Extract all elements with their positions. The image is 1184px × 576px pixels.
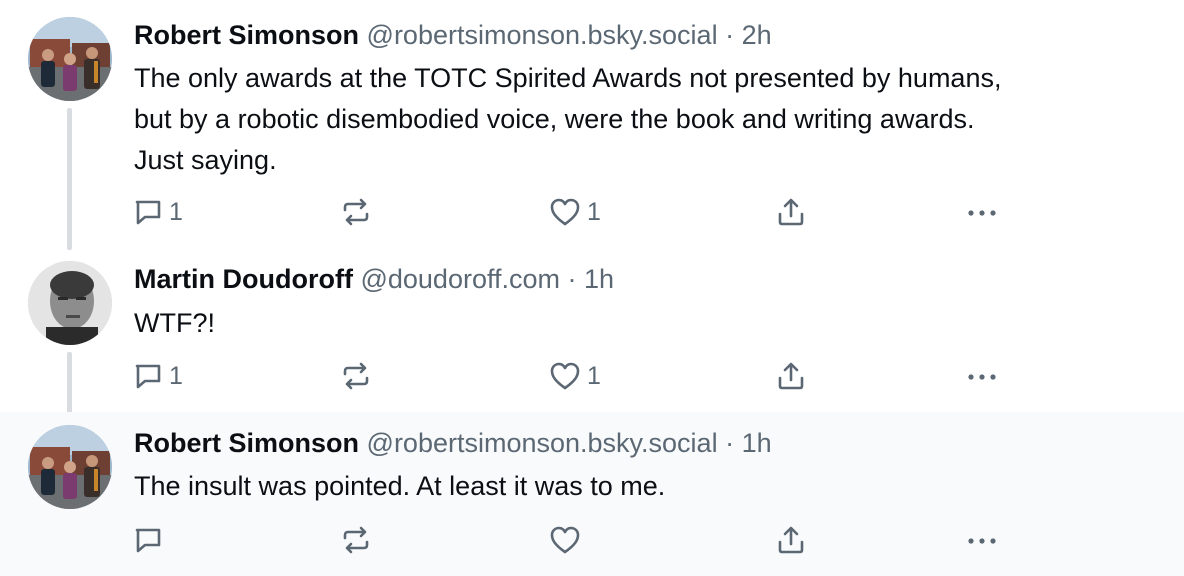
post[interactable]: Martin Doudoroff @doudoroff.com · 1h WTF… bbox=[0, 248, 1184, 412]
post-header: Robert Simonson @robertsimonson.bsky.soc… bbox=[134, 17, 772, 53]
more-icon bbox=[965, 525, 999, 555]
more-icon bbox=[965, 197, 999, 227]
separator: · bbox=[725, 428, 735, 458]
post-text: The only awards at the TOTC Spirited Awa… bbox=[134, 58, 1001, 181]
author-name[interactable]: Robert Simonson bbox=[134, 428, 359, 458]
reply-count: 1 bbox=[169, 198, 183, 226]
like-count: 1 bbox=[587, 198, 601, 226]
share-icon bbox=[776, 361, 806, 391]
avatar[interactable] bbox=[28, 17, 112, 101]
repost-icon bbox=[341, 197, 371, 227]
post-actions: 1 1 bbox=[0, 356, 1184, 396]
share-icon bbox=[776, 197, 806, 227]
repost-icon bbox=[341, 525, 371, 555]
post-text: The insult was pointed. At least it was … bbox=[134, 466, 665, 507]
like-button[interactable]: 1 bbox=[549, 356, 601, 396]
timestamp[interactable]: 1h bbox=[584, 264, 614, 294]
like-button[interactable]: 1 bbox=[549, 192, 601, 232]
post-thread: Robert Simonson @robertsimonson.bsky.soc… bbox=[0, 0, 1184, 576]
author-handle[interactable]: @robertsimonson.bsky.social bbox=[367, 20, 718, 50]
post-text-line: but by a robotic disembodied voice, were… bbox=[134, 104, 975, 134]
post[interactable]: Robert Simonson @robertsimonson.bsky.soc… bbox=[0, 0, 1184, 248]
repost-button[interactable] bbox=[341, 520, 371, 560]
separator: · bbox=[567, 264, 577, 294]
author-handle[interactable]: @doudoroff.com bbox=[360, 264, 560, 294]
more-icon bbox=[965, 361, 999, 391]
separator: · bbox=[725, 20, 735, 50]
post-actions: 1 1 bbox=[0, 192, 1184, 232]
heart-icon bbox=[549, 525, 581, 555]
post-text-line: Just saying. bbox=[134, 145, 277, 175]
post-actions bbox=[0, 520, 1184, 560]
timestamp[interactable]: 1h bbox=[742, 428, 772, 458]
heart-icon bbox=[549, 361, 581, 391]
reply-icon bbox=[133, 197, 163, 227]
post-header: Martin Doudoroff @doudoroff.com · 1h bbox=[134, 261, 614, 297]
repost-icon bbox=[341, 361, 371, 391]
share-button[interactable] bbox=[776, 356, 806, 396]
share-button[interactable] bbox=[776, 192, 806, 232]
post-text: WTF?! bbox=[134, 303, 215, 344]
author-name[interactable]: Martin Doudoroff bbox=[134, 264, 353, 294]
author-handle[interactable]: @robertsimonson.bsky.social bbox=[367, 428, 718, 458]
reply-count: 1 bbox=[169, 362, 183, 390]
like-button[interactable] bbox=[549, 520, 581, 560]
author-name[interactable]: Robert Simonson bbox=[134, 20, 359, 50]
timestamp[interactable]: 2h bbox=[742, 20, 772, 50]
more-button[interactable] bbox=[965, 356, 999, 396]
more-button[interactable] bbox=[965, 520, 999, 560]
post-header: Robert Simonson @robertsimonson.bsky.soc… bbox=[134, 425, 772, 461]
post-text-line: The only awards at the TOTC Spirited Awa… bbox=[134, 63, 1002, 93]
share-icon bbox=[776, 525, 806, 555]
repost-button[interactable] bbox=[341, 356, 377, 396]
reply-button[interactable]: 1 bbox=[133, 192, 183, 232]
post[interactable]: Robert Simonson @robertsimonson.bsky.soc… bbox=[0, 412, 1184, 576]
avatar[interactable] bbox=[28, 425, 112, 509]
more-button[interactable] bbox=[965, 192, 999, 232]
reply-icon bbox=[133, 361, 163, 391]
repost-button[interactable] bbox=[341, 192, 377, 232]
share-button[interactable] bbox=[776, 520, 806, 560]
post-text-line: The insult was pointed. At least it was … bbox=[134, 471, 666, 501]
reply-icon bbox=[133, 525, 163, 555]
post-text-line: WTF?! bbox=[134, 308, 215, 338]
like-count: 1 bbox=[587, 362, 601, 390]
reply-button[interactable] bbox=[133, 520, 163, 560]
avatar[interactable] bbox=[28, 261, 112, 345]
reply-button[interactable]: 1 bbox=[133, 356, 183, 396]
heart-icon bbox=[549, 197, 581, 227]
